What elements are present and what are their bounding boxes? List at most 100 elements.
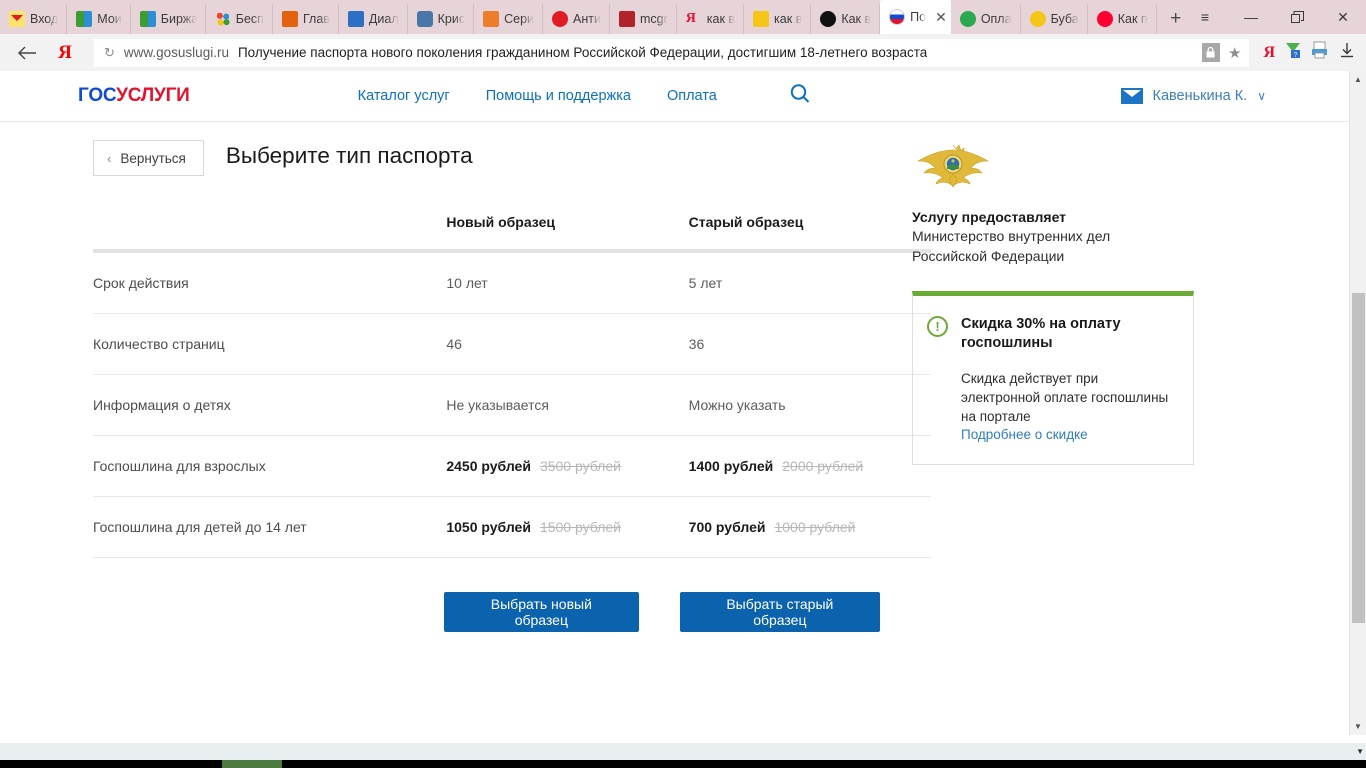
col-header-blank [93,214,446,251]
old-price: 3500 рублей [539,458,621,474]
sidebar: Услугу предоставляет Министерство внутре… [912,140,1212,632]
scroll-right-arrow[interactable]: ▼ [1356,743,1364,760]
old-price: 1000 рублей [774,519,856,535]
main-nav: Каталог услуг Помощь и поддержка Оплата [358,83,811,110]
main-column: ‹ Вернуться Выберите тип паспорта Новый … [0,140,931,632]
table-cell-new: Не указывается [446,374,689,436]
table-row: Госпошлина для взрослых 2450 рублей 3500 р… [93,435,931,497]
browser-menu-button[interactable]: ≡ [1182,0,1228,34]
table-cell-label: Срок действия [93,251,447,314]
browser-tab[interactable]: Глав [273,4,339,34]
col-header-old: Старый образец [688,214,804,230]
orange-square-icon [281,11,298,27]
discount-promo-title: Скидка 30% на оплату госпошлины [961,315,1121,352]
youtube-icon [1096,11,1113,27]
discount-promo-content: Скидка 30% на оплату госпошлины Скидка д… [961,315,1175,443]
nav-item-help[interactable]: Помощь и поддержка [486,88,631,104]
black-circle-icon [820,11,837,27]
browser-tab[interactable]: Крис [408,4,475,34]
browser-tab[interactable]: Анти [543,4,610,34]
omnibox-icons: ★ [1201,43,1249,62]
browser-tab[interactable]: Сери [474,4,544,34]
close-button[interactable]: ✕ [1320,0,1366,34]
discount-details-link[interactable]: Подробнее о скидке [961,427,1175,442]
browser-tab[interactable]: Буба [1021,4,1088,34]
downloads-icon[interactable] [1338,41,1356,64]
browser-tab-label: Глав [302,12,330,26]
extension-bar: Я ? [1259,41,1356,64]
horizontal-scroll-thumb[interactable] [0,743,220,760]
table-cell-label: Госпошлина для детей до 14 лет [93,496,447,558]
browser-tab[interactable]: Как п [1088,4,1157,34]
scroll-up-arrow[interactable]: ▲ [1350,71,1366,88]
tab-close-icon[interactable]: ✕ [935,10,947,24]
choose-new-passport-button[interactable]: Выбрать новый образец [444,592,639,632]
browser-tab[interactable]: Бесп [206,4,273,34]
nav-item-payment[interactable]: Оплата [667,88,717,104]
reload-icon[interactable]: ↻ [104,45,115,61]
site-header: ГОСУСЛУГИ Каталог услуг Помощь и поддерж… [0,71,1366,122]
back-return-button[interactable]: ‹ Вернуться [93,140,204,176]
envelope-icon[interactable] [1120,88,1143,104]
table-body: Срок действия 10 лет 5 лет Количество стран… [93,251,931,558]
user-name: Кавенькина К. [1152,88,1248,104]
bookmark-star-icon[interactable]: ★ [1228,44,1241,62]
logo-text-uslugi: УСЛУГИ [116,85,190,106]
browser-tab[interactable]: как в [744,4,812,34]
yandex-home-button[interactable]: Я [48,38,82,68]
browser-tab[interactable]: Биржа [131,4,206,34]
browser-tab[interactable]: mcgr [610,4,677,34]
vertical-scrollbar[interactable]: ▲ ▼ [1349,71,1366,735]
restore-button[interactable] [1274,0,1320,34]
url-domain: www.gosuslugi.ru [123,45,229,60]
table-header-row: Новый образец Старый образец [93,214,931,251]
horizontal-scrollbar[interactable]: ▼ [0,743,1366,760]
fox-icon [483,11,500,27]
copyright-icon [552,11,569,27]
address-bar[interactable]: ↻ www.gosuslugi.ru Получение паспорта но… [94,38,1250,67]
browser-tab-label: Как п [1117,12,1148,26]
service-provider-block: Услугу предоставляет Министерство внутре… [912,141,1212,267]
table-cell-old: 700 рублей 1000 рублей [688,496,931,558]
table-row: Срок действия 10 лет 5 лет [93,251,931,314]
table-cell-new: 46 [446,313,689,375]
nav-item-catalog[interactable]: Каталог услуг [358,88,450,104]
minimize-button[interactable]: — [1228,0,1274,34]
table-head: Новый образец Старый образец [93,214,931,251]
lock-icon[interactable] [1201,43,1220,62]
browser-tab-label: как в [706,12,736,26]
service-provider-name-line2: Российской Федерации [912,248,1065,265]
current-price: 1400 рублей [688,458,774,474]
browser-tab[interactable]: Мои [67,4,131,34]
browser-tab[interactable]: Вход [0,4,68,34]
taskbar-active-item [222,760,282,768]
dots-icon [214,11,231,27]
user-menu[interactable]: Кавенькина К. ∨ [1120,88,1366,104]
browser-tab-label: Диал [368,12,399,26]
current-price: 2450 рублей [446,458,531,474]
discount-promo-text: Скидка действует при электронной оплате … [961,370,1169,425]
download-helper-icon[interactable]: ? [1284,41,1302,64]
tab-strip: Вход Мои Биржа Бесп Глав Диал Крис Сери Анти mcgr… [0,0,1366,34]
vk-icon [416,11,433,27]
browser-tab-label: mcgr [639,12,668,26]
browser-tab[interactable]: Диал [339,4,408,34]
browser-tab[interactable]: Якак в [677,4,745,34]
col-header-new: Новый образец [446,214,555,230]
print-icon[interactable] [1311,41,1329,64]
browser-tab[interactable]: Как в [811,4,881,34]
browser-tab-active[interactable]: По ✕ [880,0,951,34]
table-row: Количество страниц 46 36 [93,313,931,375]
russia-flag-icon [889,9,906,25]
back-button[interactable] [10,38,44,68]
vertical-scroll-thumb[interactable] [1352,293,1365,623]
browser-tab[interactable]: Опла [951,4,1021,34]
yandex-ext-icon[interactable]: Я [1263,44,1275,62]
chevron-down-icon: ∨ [1257,89,1266,103]
mvd-emblem-icon [912,144,994,197]
search-icon[interactable] [789,83,811,110]
scroll-down-arrow[interactable]: ▼ [1350,718,1366,735]
gosuslugi-logo[interactable]: ГОСУСЛУГИ [78,85,190,107]
window-controls: ≡ — ✕ [1182,0,1366,34]
choose-old-passport-button[interactable]: Выбрать старый образец [679,592,880,632]
